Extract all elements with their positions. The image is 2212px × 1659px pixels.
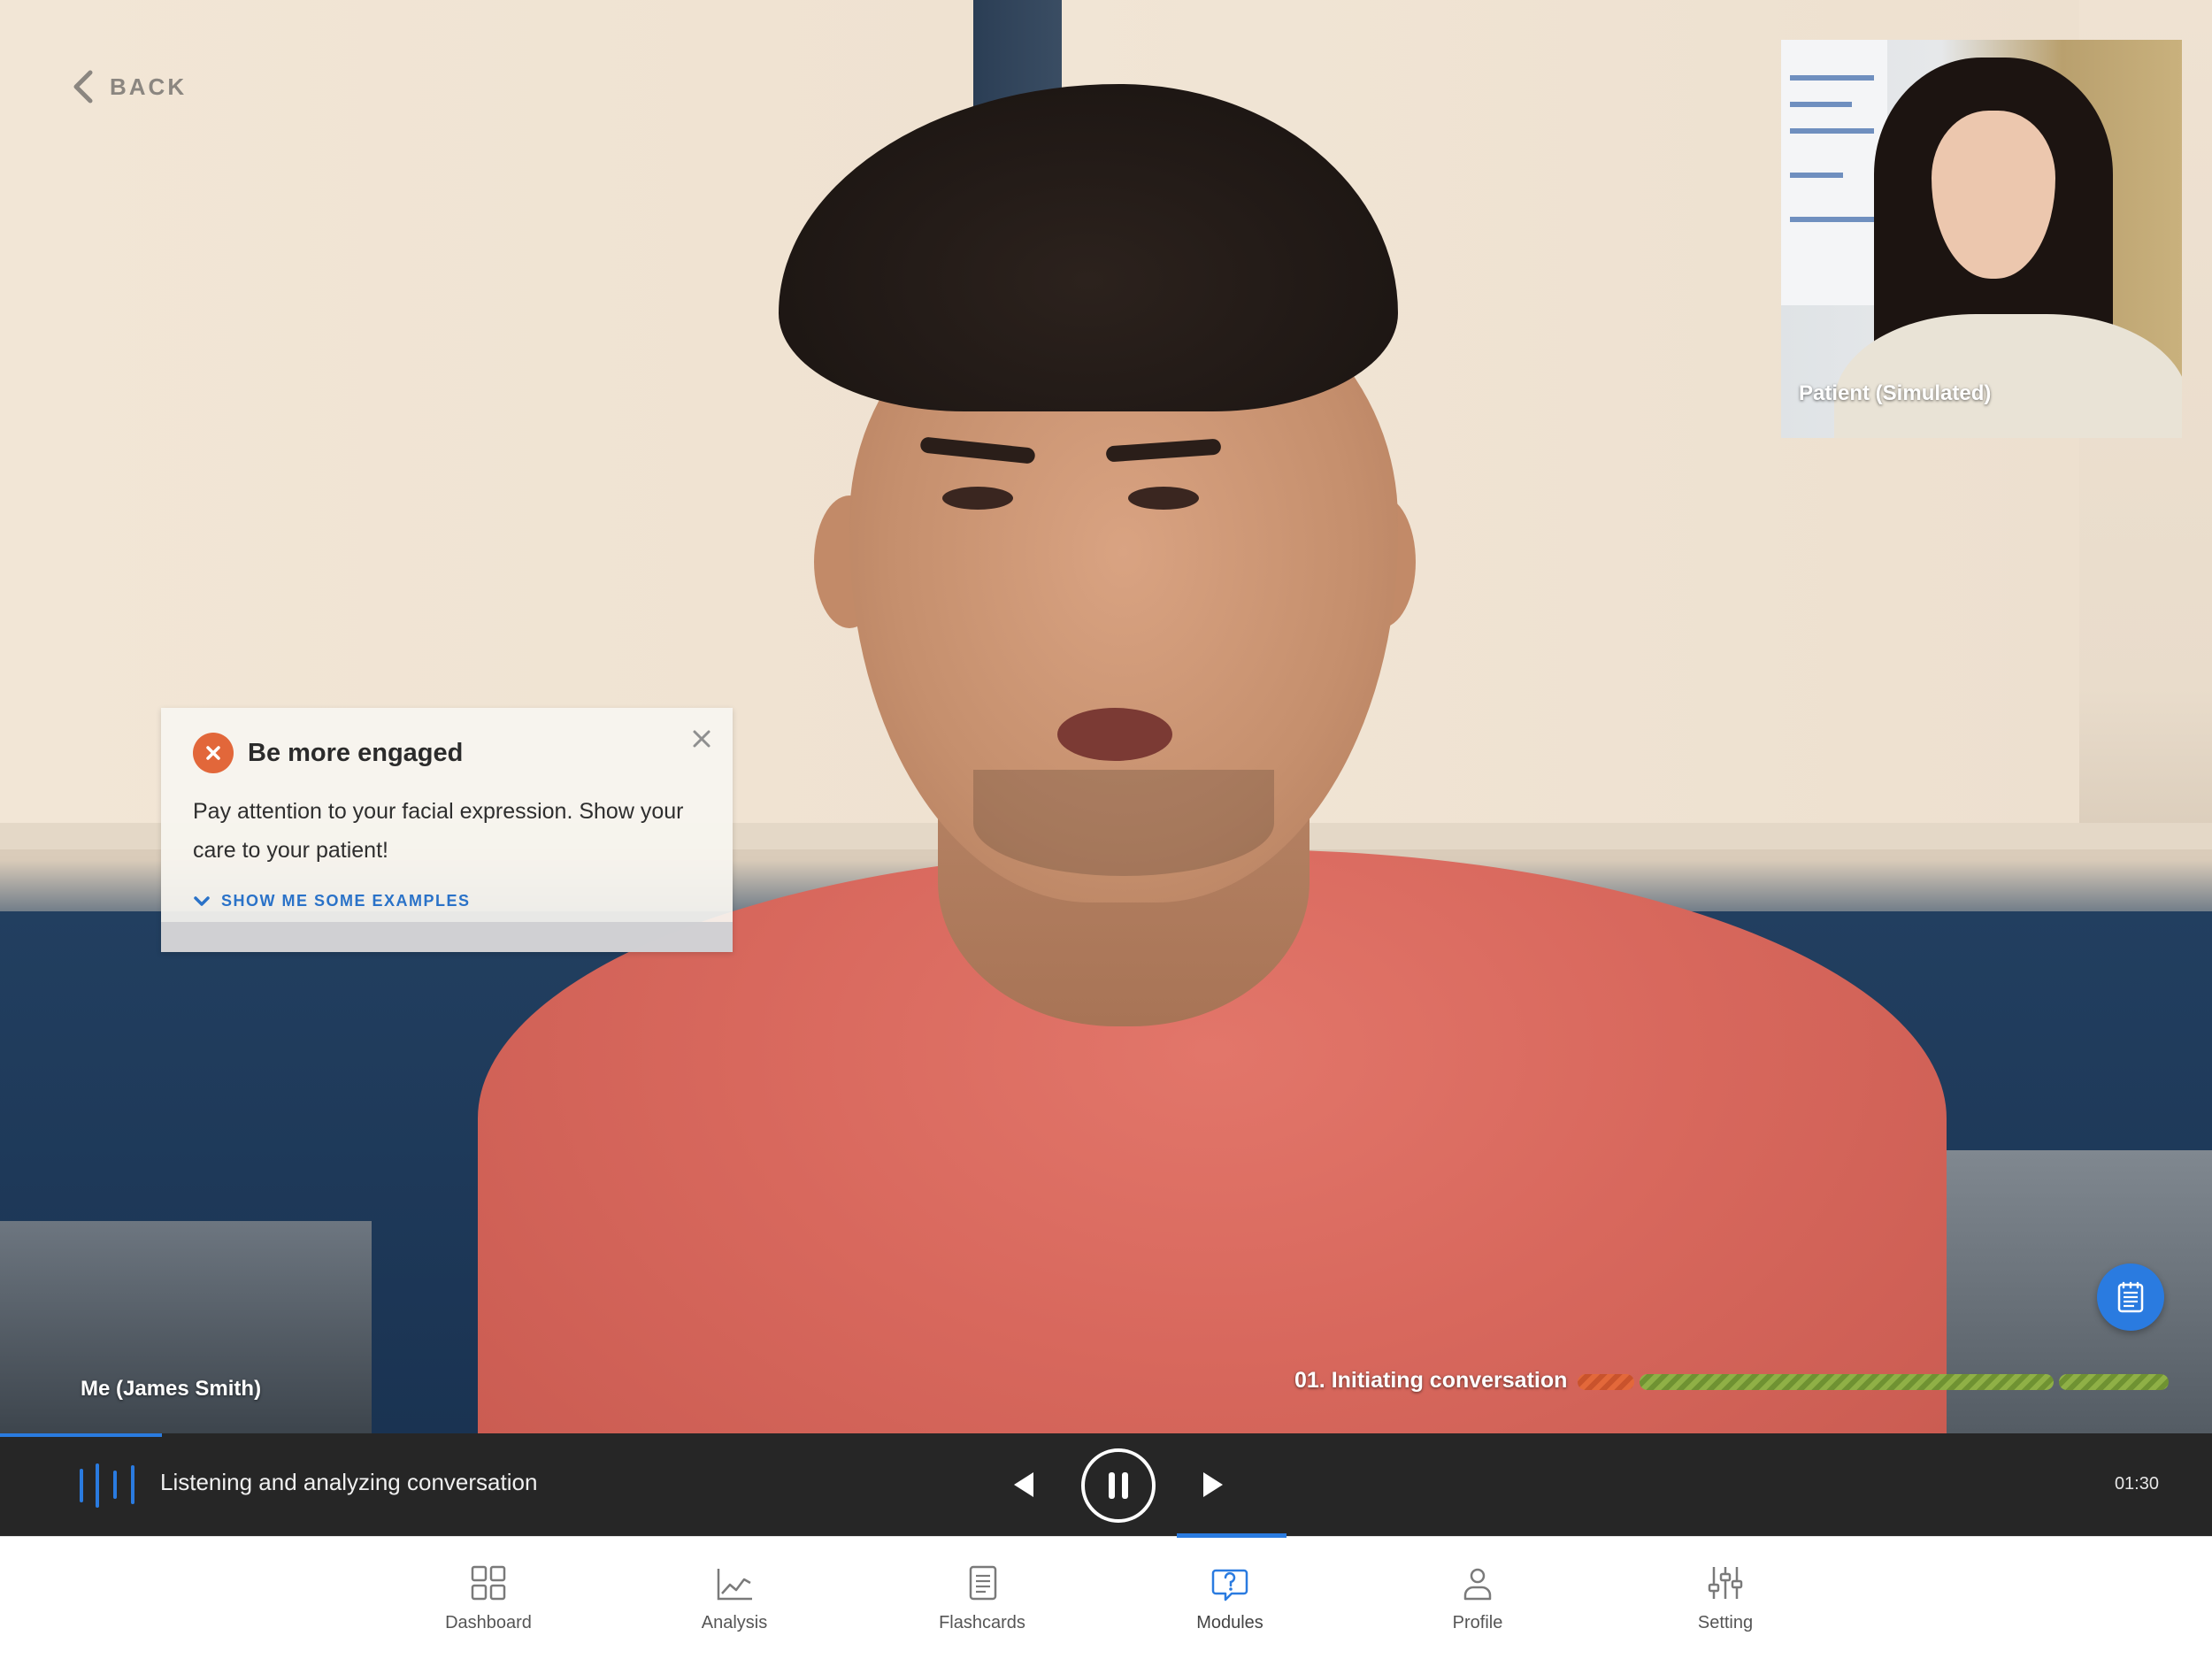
tab-analysis[interactable]: Analysis — [672, 1537, 796, 1659]
section-progress — [1578, 1374, 2169, 1390]
active-tab-indicator — [1177, 1533, 1286, 1538]
tab-label: Flashcards — [939, 1613, 1025, 1632]
bottom-tab-bar: Dashboard Analysis Flashcards Modules Pr… — [0, 1533, 2212, 1659]
feedback-header: Be more engaged — [193, 733, 463, 773]
back-button[interactable]: BACK — [71, 67, 187, 106]
noticeboard-line — [1790, 173, 1843, 178]
sliders-icon — [1708, 1567, 1743, 1599]
next-button[interactable] — [1198, 1467, 1228, 1502]
noticeboard-line — [1790, 217, 1874, 222]
pause-button[interactable] — [1081, 1448, 1156, 1523]
patient-shirt — [1834, 314, 2182, 438]
player-bar: Listening and analyzing conversation 01:… — [0, 1433, 2212, 1536]
chevron-left-icon — [73, 70, 93, 104]
section-title: 01. Initiating conversation — [1294, 1368, 1568, 1393]
background-wall — [0, 0, 973, 823]
progress-segment — [1578, 1374, 1634, 1390]
tab-profile[interactable]: Profile — [1416, 1537, 1540, 1659]
line-chart-icon — [717, 1569, 752, 1601]
chevron-down-icon — [194, 895, 210, 906]
tab-label: Modules — [1196, 1613, 1263, 1632]
show-examples-label: SHOW ME SOME EXAMPLES — [221, 892, 471, 910]
show-examples-link[interactable]: SHOW ME SOME EXAMPLES — [193, 892, 471, 910]
tab-flashcards[interactable]: Flashcards — [920, 1537, 1044, 1659]
noticeboard-line — [1790, 102, 1852, 107]
tab-label: Analysis — [701, 1613, 768, 1632]
background-noticeboard — [1781, 40, 1887, 305]
tab-modules[interactable]: Modules — [1168, 1533, 1292, 1659]
tab-setting[interactable]: Setting — [1663, 1537, 1787, 1659]
grid-icon — [471, 1565, 506, 1601]
speaker-eye — [942, 487, 1013, 510]
background-appliance — [0, 1221, 372, 1433]
previous-button[interactable] — [1009, 1467, 1039, 1502]
feedback-card: Be more engaged Pay attention to your fa… — [161, 708, 733, 952]
self-label: Me (James Smith) — [81, 1377, 262, 1401]
notes-button[interactable] — [2097, 1263, 2164, 1331]
error-icon — [193, 733, 234, 773]
audio-wave-icon — [80, 1463, 134, 1508]
chat-question-icon — [1211, 1569, 1248, 1601]
patient-label: Patient (Simulated) — [1799, 381, 1992, 405]
tab-label: Setting — [1697, 1613, 1754, 1632]
speaker-mouth — [1057, 708, 1172, 761]
cards-icon — [969, 1565, 997, 1601]
back-label: BACK — [110, 73, 188, 100]
feedback-body: Pay attention to your facial expression.… — [193, 799, 684, 863]
notes-icon — [2117, 1281, 2144, 1313]
progress-segment — [1640, 1374, 2054, 1390]
tab-label: Dashboard — [445, 1613, 532, 1632]
patient-video-thumbnail[interactable] — [1781, 40, 2182, 438]
speaker-eye — [1128, 487, 1199, 510]
noticeboard-line — [1790, 75, 1874, 81]
tab-label: Profile — [1452, 1613, 1503, 1632]
noticeboard-line — [1790, 128, 1874, 134]
close-icon[interactable] — [690, 727, 713, 750]
listening-status: Listening and analyzing conversation — [160, 1469, 538, 1495]
feedback-title: Be more engaged — [248, 738, 464, 767]
person-icon — [1463, 1568, 1492, 1601]
tab-dashboard[interactable]: Dashboard — [426, 1537, 550, 1659]
speaker-beard — [973, 770, 1274, 876]
feedback-footer — [161, 922, 733, 952]
playback-progress[interactable] — [0, 1433, 162, 1437]
elapsed-time: 01:30 — [2114, 1474, 2159, 1494]
pause-icon — [1109, 1472, 1128, 1499]
progress-segment — [2059, 1374, 2169, 1390]
